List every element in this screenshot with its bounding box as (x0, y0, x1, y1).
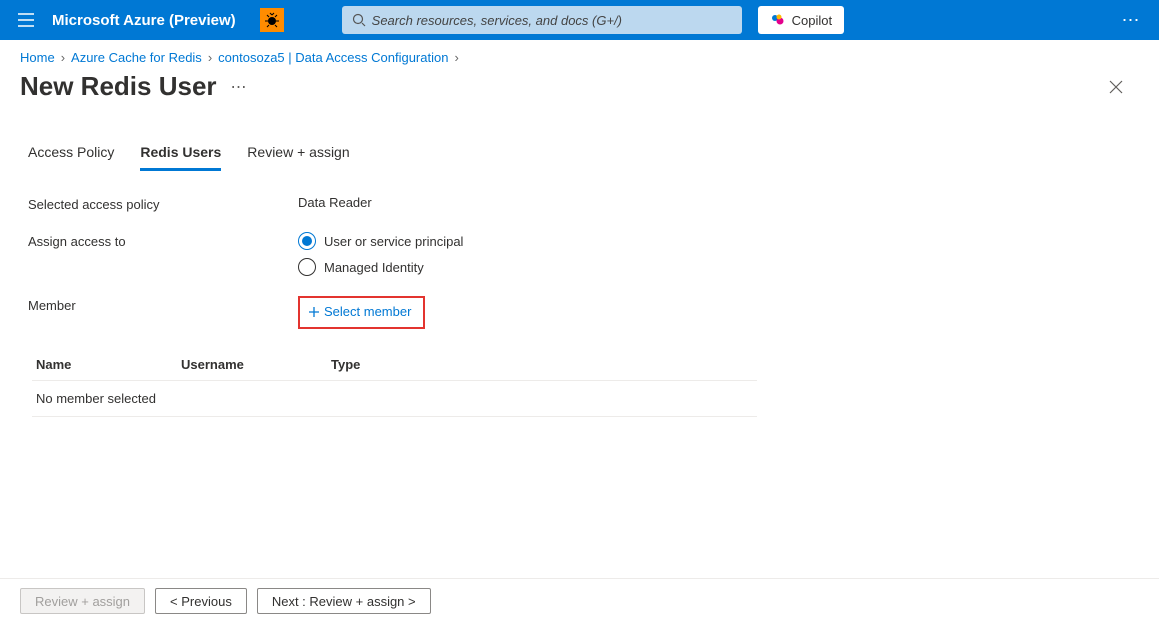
breadcrumb: Home › Azure Cache for Redis › contosoza… (0, 40, 1159, 71)
col-type[interactable]: Type (331, 357, 753, 372)
search-input[interactable] (372, 13, 732, 28)
preview-bug-icon[interactable] (260, 8, 284, 32)
plus-icon (308, 306, 320, 318)
tab-redis-users[interactable]: Redis Users (140, 144, 221, 171)
search-wrap (342, 6, 742, 34)
chevron-right-icon: › (208, 50, 212, 65)
members-empty-row: No member selected (32, 380, 757, 417)
row-selected-policy: Selected access policy Data Reader (28, 195, 1131, 212)
select-member-highlight: Select member (298, 296, 425, 329)
menu-icon[interactable] (8, 2, 44, 38)
form-area: Selected access policy Data Reader Assig… (0, 171, 1159, 417)
page-header: New Redis User ⋯ (0, 71, 1159, 108)
row-member: Member Select member (28, 296, 1131, 329)
members-table: Name Username Type No member selected (32, 349, 757, 417)
col-name[interactable]: Name (36, 357, 181, 372)
radio-icon (298, 258, 316, 276)
breadcrumb-resource[interactable]: contosoza5 | Data Access Configuration (218, 50, 448, 65)
breadcrumb-cache[interactable]: Azure Cache for Redis (71, 50, 202, 65)
radio-user-label: User or service principal (324, 234, 463, 249)
previous-button[interactable]: < Previous (155, 588, 247, 614)
brand-label[interactable]: Microsoft Azure (Preview) (52, 12, 236, 29)
radio-managed-label: Managed Identity (324, 260, 424, 275)
breadcrumb-home[interactable]: Home (20, 50, 55, 65)
members-header: Name Username Type (32, 349, 757, 380)
footer: Review + assign < Previous Next : Review… (0, 578, 1159, 623)
col-username[interactable]: Username (181, 357, 331, 372)
selected-policy-value: Data Reader (298, 195, 372, 210)
tab-access-policy[interactable]: Access Policy (28, 144, 114, 171)
next-button[interactable]: Next : Review + assign > (257, 588, 431, 614)
copilot-label: Copilot (792, 13, 832, 28)
chevron-right-icon: › (61, 50, 65, 65)
copilot-button[interactable]: Copilot (758, 6, 844, 34)
assign-access-label: Assign access to (28, 232, 298, 249)
topbar-more-icon[interactable]: ⋯ (1111, 0, 1151, 40)
tab-review-assign[interactable]: Review + assign (247, 144, 349, 171)
close-icon (1109, 80, 1123, 94)
member-label: Member (28, 296, 298, 313)
tabs: Access Policy Redis Users Review + assig… (0, 108, 1159, 171)
radio-managed-identity[interactable]: Managed Identity (298, 258, 463, 276)
select-member-text: Select member (324, 304, 411, 319)
radio-user-principal[interactable]: User or service principal (298, 232, 463, 250)
select-member-link[interactable]: Select member (308, 304, 411, 319)
close-button[interactable] (1109, 72, 1139, 102)
copilot-icon (770, 12, 786, 28)
search-box[interactable] (342, 6, 742, 34)
topbar-right: ⋯ (1111, 0, 1151, 40)
chevron-right-icon: › (454, 50, 458, 65)
row-assign-access: Assign access to User or service princip… (28, 232, 1131, 276)
search-icon (352, 13, 366, 27)
topbar: Microsoft Azure (Preview) Copilot ⋯ (0, 0, 1159, 40)
review-assign-button: Review + assign (20, 588, 145, 614)
page-title: New Redis User (20, 71, 217, 102)
selected-policy-label: Selected access policy (28, 195, 298, 212)
page-title-more-icon[interactable]: ⋯ (227, 73, 251, 101)
assign-radio-group: User or service principal Managed Identi… (298, 232, 463, 276)
radio-icon (298, 232, 316, 250)
